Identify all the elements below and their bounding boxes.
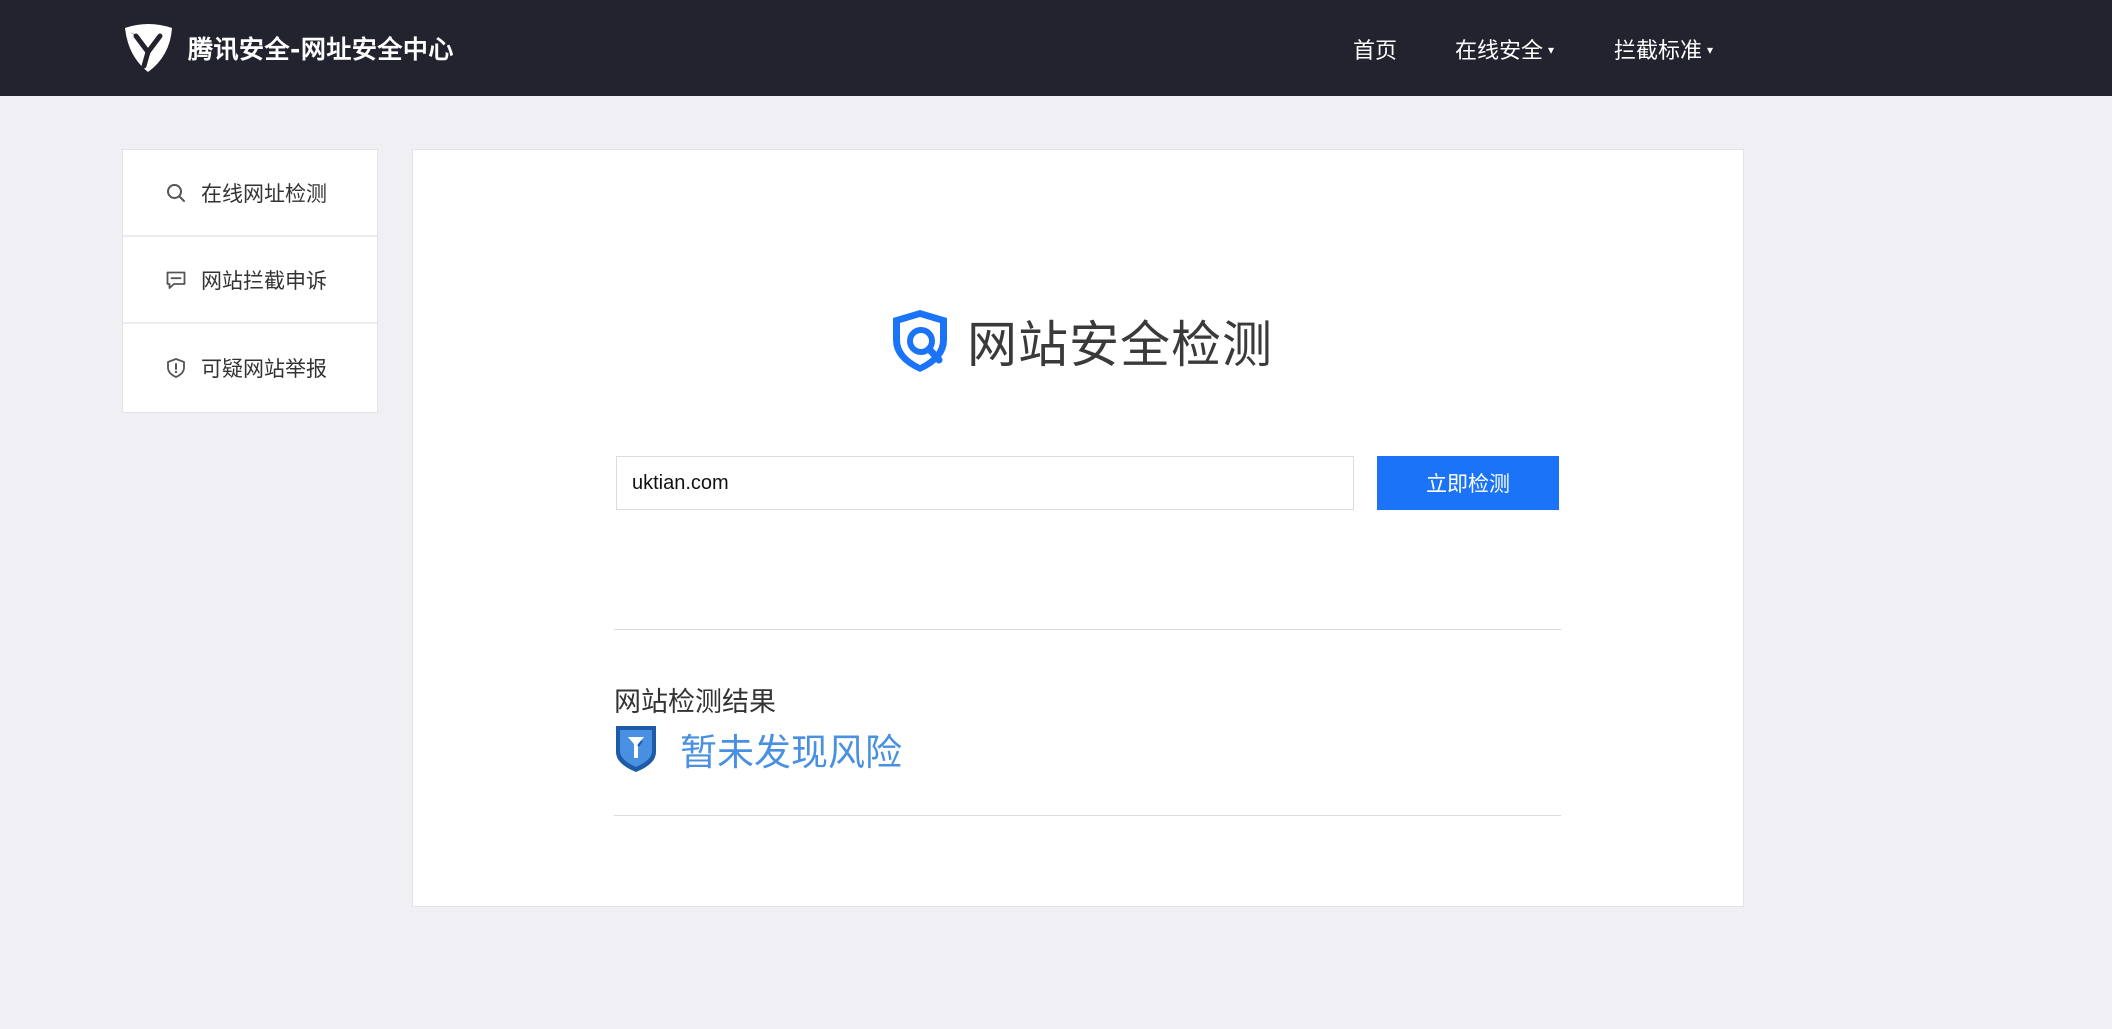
check-now-button[interactable]: 立即检测 [1377,456,1559,510]
nav-online-security-label: 在线安全 [1455,39,1544,64]
page-heading: 网站安全检测 [885,305,1273,377]
sidebar-item-url-check[interactable]: 在线网址检测 [123,150,377,237]
result-heading: 网站检测结果 [614,687,776,718]
nav-home[interactable]: 首页 [1353,33,1397,65]
sidebar-item-label: 可疑网站举报 [201,356,327,381]
divider [614,629,1561,630]
tencent-security-logo-icon [125,24,172,72]
sidebar-item-label: 网站拦截申诉 [201,268,327,293]
nav-online-security[interactable]: 在线安全 ▾ [1455,33,1554,65]
sidebar-item-report[interactable]: 可疑网站举报 [123,324,377,411]
safe-shield-icon [616,726,656,772]
nav-block-standards-label: 拦截标准 [1614,39,1703,64]
page-title: 网站安全检测 [967,316,1273,374]
sidebar-menu: 在线网址检测 网站拦截申诉 可疑网站举报 [122,149,378,413]
shield-alert-icon [167,357,185,378]
divider [614,815,1561,816]
nav-home-label: 首页 [1353,39,1398,64]
result-status-text: 暂未发现风险 [680,731,902,774]
result-status: 暂未发现风险 [614,722,902,776]
security-check-shield-icon [893,310,947,372]
top-navbar: 腾讯安全-网址安全中心 首页 在线安全 ▾ 拦截标准 ▾ [0,0,2112,96]
main-panel: 网站安全检测 立即检测 网站检测结果 暂未发现风险 [412,149,1744,907]
message-icon [166,271,186,289]
brand-name: 腾讯安全-网址安全中心 [188,35,454,64]
search-icon [167,183,185,202]
url-input[interactable] [616,456,1354,510]
sidebar-item-appeal[interactable]: 网站拦截申诉 [123,237,377,324]
brand[interactable]: 腾讯安全-网址安全中心 [122,22,454,74]
nav-block-standards[interactable]: 拦截标准 ▾ [1614,33,1713,65]
chevron-down-icon: ▾ [1548,43,1555,57]
chevron-down-icon: ▾ [1707,43,1714,57]
sidebar-item-label: 在线网址检测 [201,181,327,206]
